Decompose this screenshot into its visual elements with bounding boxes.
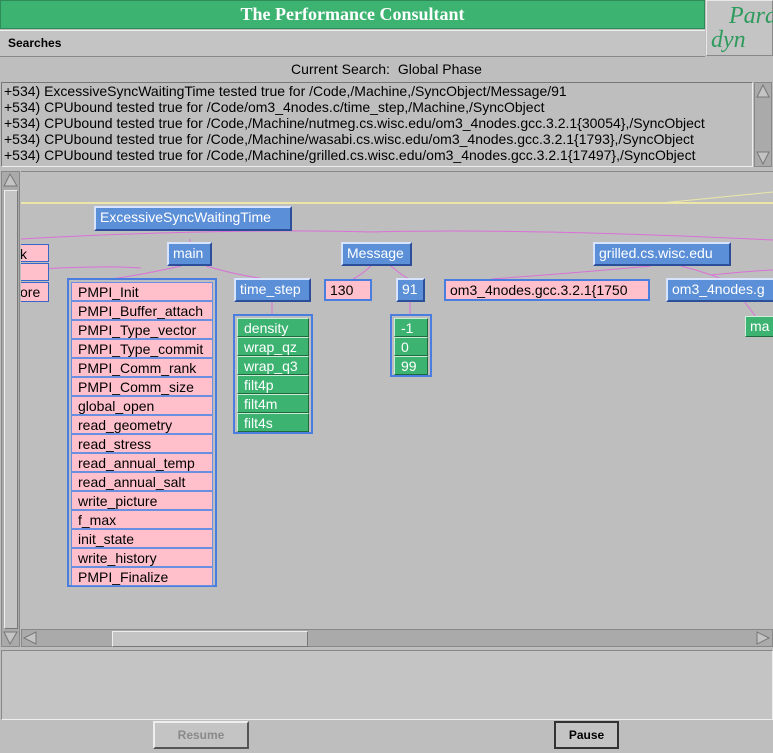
- tree-node-main[interactable]: main: [167, 242, 212, 266]
- tree-node-function[interactable]: init_state: [71, 529, 213, 548]
- vscroll-thumb[interactable]: [4, 190, 18, 629]
- paradyn-logo: Para dyn: [706, 0, 773, 56]
- tree-node-partial[interactable]: [21, 263, 49, 281]
- tree-node-time-step[interactable]: time_step: [234, 278, 311, 302]
- log-scroll-arrows: [756, 83, 770, 166]
- time-step-children-list: density wrap_qz wrap_q3 filt4p filt4m fi…: [233, 314, 313, 434]
- logo-text-top: Para: [729, 3, 773, 29]
- tree-node-function[interactable]: read_annual_temp: [71, 453, 213, 472]
- current-search: Current Search: Global Phase: [0, 61, 773, 77]
- tree-node-function[interactable]: PMPI_Type_vector: [71, 320, 213, 339]
- tree-node-130[interactable]: 130: [324, 279, 372, 301]
- tree-node-green[interactable]: wrap_qz: [237, 337, 309, 356]
- scroll-left-arrow-icon: [22, 631, 37, 645]
- node-label: 130: [330, 282, 354, 298]
- tree-node-function[interactable]: f_max: [71, 510, 213, 529]
- scroll-right-arrow-icon: [756, 631, 771, 645]
- tree-node-green[interactable]: filt4s: [237, 413, 309, 432]
- current-search-label: Current Search:: [291, 61, 390, 77]
- node-label: Message: [347, 245, 404, 261]
- tree-node-function[interactable]: PMPI_Buffer_attach: [71, 301, 213, 320]
- tree-horizontal-scrollbar[interactable]: [21, 629, 773, 647]
- tree-node-green[interactable]: density: [237, 318, 309, 337]
- tree-node-green[interactable]: 0: [394, 337, 428, 356]
- tree-node-green[interactable]: filt4p: [237, 375, 309, 394]
- node-label: k: [21, 246, 27, 261]
- node-label: ma: [750, 318, 770, 334]
- tree-node-root[interactable]: ExcessiveSyncWaitingTime: [94, 206, 292, 231]
- scroll-down-arrow-icon: [756, 151, 770, 166]
- window-title: The Performance Consultant: [0, 0, 705, 29]
- node-label: main: [173, 245, 204, 261]
- tree-vertical-scrollbar[interactable]: [1, 171, 20, 647]
- node-label: grilled.cs.wisc.edu: [599, 245, 713, 261]
- menu-searches[interactable]: Searches: [8, 36, 61, 50]
- tree-node-message[interactable]: Message: [341, 242, 412, 266]
- tree-node-function[interactable]: PMPI_Comm_rank: [71, 358, 213, 377]
- tree-node-function[interactable]: PMPI_Finalize: [71, 567, 213, 586]
- log-line: +534) CPUbound tested true for /Code,/Ma…: [4, 115, 705, 131]
- tree-node-function[interactable]: read_annual_salt: [71, 472, 213, 491]
- node-label: 91: [402, 281, 418, 297]
- log-line: +534) ExcessiveSyncWaitingTime tested tr…: [4, 83, 567, 99]
- node-label: ExcessiveSyncWaitingTime: [100, 209, 271, 225]
- current-search-value: Global Phase: [397, 61, 482, 77]
- status-area: [1, 650, 773, 720]
- scroll-up-arrow-icon: [3, 172, 18, 187]
- scroll-up-arrow-icon: [756, 83, 770, 98]
- main-children-list: PMPI_Init PMPI_Buffer_attach PMPI_Type_v…: [67, 278, 217, 587]
- resume-button[interactable]: Resume: [153, 721, 249, 749]
- pause-button[interactable]: Pause: [554, 721, 619, 749]
- log-line: +534) CPUbound tested true for /Code/om3…: [4, 99, 545, 115]
- tree-node-function[interactable]: read_stress: [71, 434, 213, 453]
- tree-node-green[interactable]: wrap_q3: [237, 356, 309, 375]
- node-label: om3_4nodes.gcc.3.2.1{1750: [450, 282, 628, 298]
- scroll-down-arrow-icon: [3, 631, 18, 646]
- log-line: +534) CPUbound tested true for /Code,/Ma…: [4, 147, 696, 163]
- log-line: +534) CPUbound tested true for /Code,/Ma…: [4, 131, 694, 147]
- tree-node-green[interactable]: 99: [394, 356, 428, 375]
- log-scrollbar[interactable]: [754, 82, 772, 167]
- tree-node-green[interactable]: filt4m: [237, 394, 309, 413]
- tree-node-91[interactable]: 91: [396, 278, 425, 302]
- node-label: time_step: [240, 281, 301, 297]
- logo-text-bottom: dyn: [711, 27, 746, 53]
- tree-node-green[interactable]: -1: [394, 318, 428, 337]
- tree-node-partial[interactable]: ore: [21, 282, 49, 302]
- tree-node-process[interactable]: om3_4nodes.gcc.3.2.1{1750: [444, 279, 650, 301]
- tree-node-function[interactable]: PMPI_Init: [71, 282, 213, 301]
- tree-node-function[interactable]: PMPI_Comm_size: [71, 377, 213, 396]
- tree-node-grilled[interactable]: grilled.cs.wisc.edu: [593, 242, 731, 266]
- search-log: +534) ExcessiveSyncWaitingTime tested tr…: [1, 82, 753, 167]
- tree-node-function[interactable]: PMPI_Type_commit: [71, 339, 213, 358]
- tree-node-function[interactable]: global_open: [71, 396, 213, 415]
- tree-node-function[interactable]: write_picture: [71, 491, 213, 510]
- tree-node-green[interactable]: ma: [745, 316, 773, 337]
- search-history-graph: k ore ExcessiveSyncWaitingTime main Mess…: [21, 171, 773, 629]
- menu-bar: Searches: [0, 30, 705, 57]
- tree-node-partial[interactable]: k: [21, 244, 49, 262]
- node-label: om3_4nodes.g: [672, 281, 765, 297]
- node-label: ore: [21, 284, 41, 300]
- tree-node-process[interactable]: om3_4nodes.g: [666, 278, 773, 302]
- msg-91-children-list: -1 0 99: [390, 314, 432, 377]
- tree-node-function[interactable]: read_geometry: [71, 415, 213, 434]
- tree-node-function[interactable]: write_history: [71, 548, 213, 567]
- hscroll-thumb[interactable]: [112, 631, 308, 647]
